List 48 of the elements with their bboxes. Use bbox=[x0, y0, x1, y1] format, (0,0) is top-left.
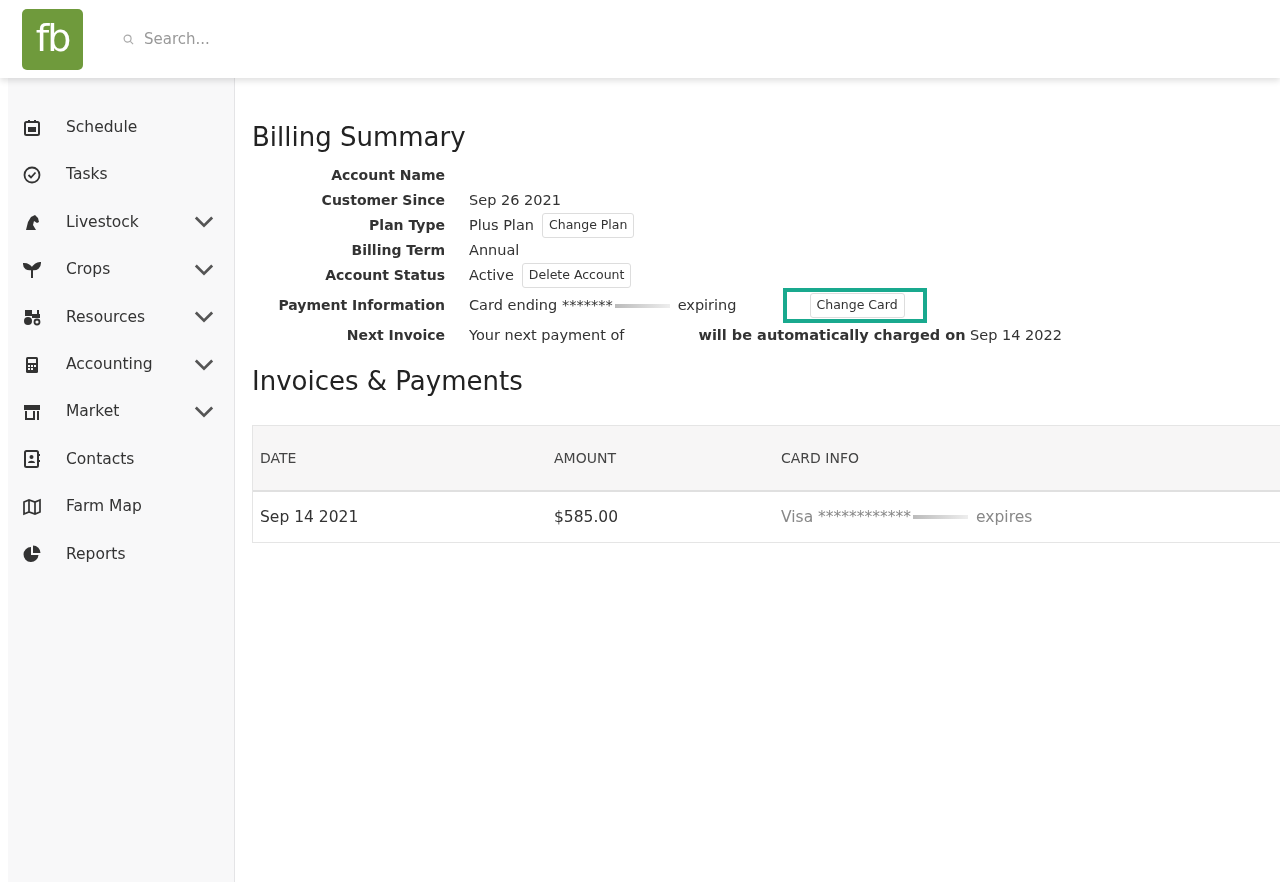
field-label: Account Name bbox=[330, 166, 445, 186]
sprout-icon bbox=[22, 259, 42, 280]
field-value: Sep 26 2021 bbox=[469, 190, 561, 210]
sidebar-item[interactable]: Accounting bbox=[8, 340, 234, 389]
field-label: Billing Term bbox=[350, 241, 445, 261]
field-value: Your next payment of bbox=[469, 325, 625, 345]
calendar-icon bbox=[22, 117, 42, 138]
change-button[interactable]: Change Card bbox=[809, 293, 905, 318]
field-value: Card ending ******* bbox=[469, 295, 613, 315]
field-label: Payment Information bbox=[277, 296, 445, 316]
column-header: DATE bbox=[259, 448, 298, 468]
section-title: Billing Summary bbox=[252, 122, 467, 154]
table-cell-text: Sep 14 2021 bbox=[259, 506, 360, 528]
table-cell-text: expires bbox=[976, 506, 1033, 528]
sidebar-item[interactable]: Tasks bbox=[8, 151, 234, 199]
sidebar-item[interactable]: Reports bbox=[8, 530, 234, 578]
sidebar-item[interactable]: Resources bbox=[8, 293, 234, 341]
sidebar-item[interactable]: Livestock bbox=[8, 198, 234, 247]
field-value: Annual bbox=[469, 240, 520, 260]
sidebar-item[interactable]: Crops bbox=[8, 246, 234, 294]
sidebar-item[interactable]: Farm Map bbox=[8, 483, 234, 531]
store-icon bbox=[22, 402, 42, 423]
table-cell-text: Visa ************ bbox=[781, 506, 912, 528]
sidebar-item[interactable]: Contacts bbox=[8, 435, 234, 484]
pie-chart-icon bbox=[22, 544, 42, 565]
tractor-icon bbox=[22, 307, 42, 328]
field-label: Customer Since bbox=[320, 191, 445, 211]
table-cell-text: $585.00 bbox=[554, 506, 620, 528]
section-title: Invoices & Payments bbox=[252, 365, 524, 398]
field-label: Plan Type bbox=[368, 216, 445, 236]
sidebar-item[interactable]: Market bbox=[8, 388, 234, 436]
field-label: Account Status bbox=[324, 266, 445, 286]
search-icon bbox=[123, 33, 134, 45]
check-circle-icon bbox=[22, 165, 42, 186]
change-button[interactable]: Delete Account bbox=[521, 263, 632, 289]
map-icon bbox=[22, 496, 42, 517]
field-value: will be automatically charged on Sep 14 2022 bbox=[698, 325, 1062, 345]
field-value: expiring bbox=[677, 295, 737, 315]
field-value: Plus Plan bbox=[469, 215, 534, 235]
redaction-mark bbox=[913, 515, 969, 520]
sidebar-item[interactable]: Schedule bbox=[8, 104, 234, 152]
change-button[interactable]: Change Plan bbox=[542, 213, 635, 239]
contact-card-icon bbox=[22, 449, 42, 470]
column-header: CARD INFO bbox=[781, 448, 860, 468]
redaction-mark bbox=[614, 303, 670, 308]
field-value: Active bbox=[469, 265, 514, 285]
field-label: Next Invoice bbox=[345, 325, 445, 345]
column-header: AMOUNT bbox=[554, 448, 617, 468]
